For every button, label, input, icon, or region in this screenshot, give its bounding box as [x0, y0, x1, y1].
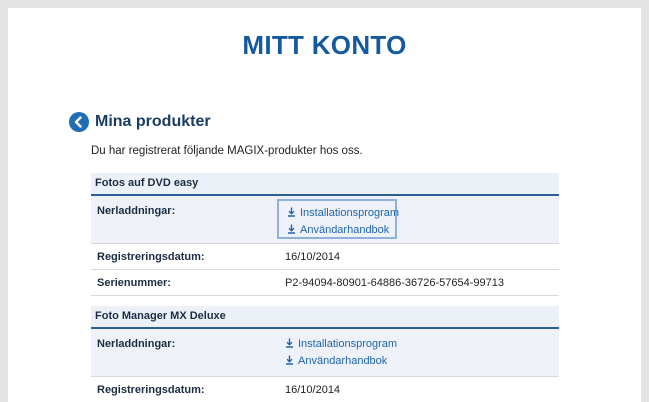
installer-download-label: Installationsprogram	[298, 338, 398, 350]
section-title: Mina produkter	[95, 113, 211, 130]
downloads-row: Nerladdningar: Installationsprogram Anvä…	[91, 196, 559, 244]
download-icon	[288, 207, 295, 217]
serial-number: P2-94094-80901-64886-36726-57654-99713	[285, 277, 504, 289]
downloads-links: Installationsprogram Användarhandbok	[277, 199, 399, 239]
download-icon	[288, 224, 295, 234]
intro-text: Du har registrerat följande MAGIX-produk…	[91, 145, 363, 157]
download-icon	[286, 355, 293, 365]
registration-date: 16/10/2014	[285, 251, 341, 263]
manual-download-link[interactable]: Användarhandbok	[287, 224, 389, 236]
downloads-label: Nerladdningar:	[97, 338, 176, 350]
registration-label: Registreringsdatum:	[97, 251, 205, 263]
content-frame: MITT KONTO Mina produkter Du har registr…	[8, 8, 641, 402]
registration-row: Registreringsdatum: 16/10/2014	[91, 377, 559, 402]
installer-download-link[interactable]: Installationsprogram	[285, 338, 397, 350]
serial-row: Serienummer: P2-94094-80901-64886-36726-…	[91, 270, 559, 296]
registration-date: 16/10/2014	[285, 384, 341, 396]
manual-download-link[interactable]: Användarhandbok	[285, 355, 387, 367]
product-name: Fotos auf DVD easy	[91, 173, 559, 196]
downloads-label: Nerladdningar:	[97, 205, 176, 217]
back-arrow-icon[interactable]	[69, 112, 89, 132]
serial-label: Serienummer:	[97, 277, 171, 289]
installer-download-label: Installationsprogram	[300, 207, 400, 219]
downloads-links: Installationsprogram Användarhandbok	[277, 332, 397, 372]
product-card: Fotos auf DVD easy Nerladdningar: Instal…	[91, 173, 559, 296]
manual-download-label: Användarhandbok	[300, 224, 390, 236]
downloads-row: Nerladdningar: Installationsprogram Anvä…	[91, 329, 559, 377]
download-icon	[286, 338, 293, 348]
manual-download-label: Användarhandbok	[298, 355, 388, 367]
product-card: Foto Manager MX Deluxe Nerladdningar: In…	[91, 306, 559, 402]
product-name: Foto Manager MX Deluxe	[91, 306, 559, 329]
page-title: MITT KONTO	[242, 30, 407, 60]
registration-row: Registreringsdatum: 16/10/2014	[91, 244, 559, 270]
registration-label: Registreringsdatum:	[97, 384, 205, 396]
installer-download-link[interactable]: Installationsprogram	[287, 207, 399, 219]
